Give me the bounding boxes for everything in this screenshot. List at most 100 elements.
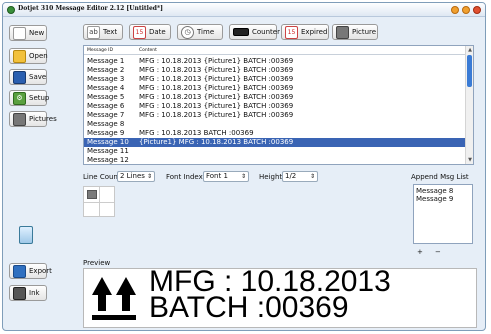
preview-label: Preview	[83, 259, 111, 267]
scroll-down-icon[interactable]: ▼	[467, 157, 473, 163]
message-id-cell: Message 5	[87, 93, 125, 101]
table-row[interactable]: Message 10 {Picture1} MFG : 10.18.2013 BA…	[84, 138, 467, 147]
app-window: Dotjet 310 Message Editor 2.12 [Untitled…	[2, 2, 486, 331]
ink-button[interactable]: Ink	[9, 285, 47, 301]
table-row[interactable]: Message 6 MFG : 10.18.2013 {Picture1} BAT…	[84, 102, 467, 111]
list-header: Message ID Content	[84, 46, 473, 55]
minimize-button[interactable]	[451, 6, 459, 14]
line-count-value: 2 Lines	[120, 172, 145, 180]
message-content-cell: MFG : 10.18.2013 {Picture1} BATCH :00369	[139, 93, 294, 101]
add-append-button[interactable]: +	[417, 248, 423, 256]
title-bar: Dotjet 310 Message Editor 2.12 [Untitled…	[3, 3, 485, 17]
preview-line-2: BATCH :00369	[149, 291, 349, 324]
append-list-title: Append Msg List	[411, 173, 469, 181]
message-content-cell: MFG : 10.18.2013 {Picture1} BATCH :00369	[139, 66, 294, 74]
height-select[interactable]: 1/2 ⇕	[282, 171, 318, 182]
open-button[interactable]: Open	[9, 48, 48, 64]
gear-icon: ⚙	[13, 91, 26, 105]
message-id-cell: Message 8	[87, 120, 125, 128]
table-row[interactable]: Message 4 MFG : 10.18.2013 {Picture1} BAT…	[84, 84, 467, 93]
table-row[interactable]: Message 8	[84, 120, 467, 129]
setup-button[interactable]: ⚙ Setup	[9, 90, 50, 106]
counter-button-label: Counter	[252, 28, 280, 36]
expired-button[interactable]: 15 Expired	[281, 24, 329, 40]
open-button-label: Open	[29, 52, 48, 60]
append-msg-list[interactable]: Message 8 Message 9	[413, 184, 473, 244]
message-id-cell: Message 3	[87, 75, 125, 83]
date-button[interactable]: 15 Date	[129, 24, 171, 40]
table-row[interactable]: Message 7 MFG : 10.18.2013 {Picture1} BAT…	[84, 111, 467, 120]
ink-cartridge-icon	[13, 286, 26, 300]
pictures-button-label: Pictures	[29, 115, 57, 123]
trash-icon[interactable]	[19, 226, 33, 244]
height-label: Height	[259, 173, 283, 181]
floppy-icon	[13, 70, 26, 84]
list-scrollbar[interactable]: ▲ ▼	[465, 46, 473, 164]
text-button[interactable]: ab Text	[83, 24, 123, 40]
counter-button[interactable]: Counter	[229, 24, 280, 40]
message-content-cell: {Picture1} MFG : 10.18.2013 BATCH :00369	[139, 138, 294, 146]
table-row[interactable]: Message 5 MFG : 10.18.2013 {Picture1} BAT…	[84, 93, 467, 102]
document-icon	[13, 26, 26, 40]
chevron-updown-icon: ⇕	[240, 173, 246, 180]
text-button-label: Text	[103, 28, 118, 36]
save-button-label: Save	[29, 73, 47, 81]
preview-area: MFG : 10.18.2013 BATCH :00369	[83, 268, 477, 328]
remove-append-button[interactable]: −	[435, 248, 441, 256]
append-list-item[interactable]: Message 8	[416, 187, 470, 195]
font-index-value: Font 1	[206, 172, 228, 180]
message-content-cell: MFG : 10.18.2013 {Picture1} BATCH :00369	[139, 57, 294, 65]
text-icon: ab	[87, 25, 100, 39]
message-id-cell: Message 12	[87, 156, 129, 164]
message-id-cell: Message 1	[87, 57, 125, 65]
ink-button-label: Ink	[29, 289, 40, 297]
append-list-item[interactable]: Message 9	[416, 195, 470, 203]
export-button-label: Export	[29, 267, 52, 275]
message-content-cell: MFG : 10.18.2013 {Picture1} BATCH :00369	[139, 84, 294, 92]
export-button[interactable]: Export	[9, 263, 52, 279]
export-icon	[13, 264, 26, 278]
maximize-button[interactable]	[462, 6, 470, 14]
counter-icon	[233, 28, 249, 36]
window-title: Dotjet 310 Message Editor 2.12 [Untitled…	[18, 5, 163, 12]
message-id-cell: Message 6	[87, 102, 125, 110]
picture-button[interactable]: Picture	[332, 24, 378, 40]
picture-icon[interactable]	[87, 190, 97, 199]
new-button[interactable]: New	[9, 25, 47, 41]
close-button[interactable]	[473, 6, 481, 14]
picture-button-label: Picture	[352, 28, 377, 36]
chevron-updown-icon: ⇕	[146, 173, 152, 180]
calendar-icon: 15	[133, 25, 146, 39]
expired-calendar-icon: 15	[285, 25, 298, 39]
message-id-cell: Message 7	[87, 111, 125, 119]
message-id-cell: Message 11	[87, 147, 129, 155]
table-row[interactable]: Message 2 MFG : 10.18.2013 {Picture1} BAT…	[84, 66, 467, 75]
table-row[interactable]: Message 9 MFG : 10.18.2013 BATCH :00369	[84, 129, 467, 138]
pictures-button[interactable]: Pictures	[9, 111, 57, 127]
setup-button-label: Setup	[29, 94, 50, 102]
save-button[interactable]: Save	[9, 69, 47, 85]
message-content-cell: MFG : 10.18.2013 BATCH :00369	[139, 129, 254, 137]
table-row[interactable]: Message 11	[84, 147, 467, 156]
message-list[interactable]: Message ID Content Message 1 MFG : 10.18.…	[83, 45, 474, 165]
message-id-cell: Message 2	[87, 66, 125, 74]
table-row[interactable]: Message 1 MFG : 10.18.2013 {Picture1} BAT…	[84, 57, 467, 66]
table-row[interactable]: Message 12	[84, 156, 467, 164]
clock-icon: ◷	[181, 25, 194, 39]
column-message-id[interactable]: Message ID	[87, 48, 113, 53]
font-index-select[interactable]: Font 1 ⇕	[203, 171, 249, 182]
height-value: 1/2	[285, 172, 297, 180]
line-count-select[interactable]: 2 Lines ⇕	[117, 171, 155, 182]
table-row[interactable]: Message 3 MFG : 10.18.2013 {Picture1} BAT…	[84, 75, 467, 84]
message-id-cell: Message 10	[87, 138, 129, 146]
message-id-cell: Message 9	[87, 129, 125, 137]
column-content[interactable]: Content	[139, 48, 157, 53]
scroll-up-icon[interactable]: ▲	[467, 47, 473, 53]
app-icon	[7, 6, 15, 14]
message-content-cell: MFG : 10.18.2013 {Picture1} BATCH :00369	[139, 75, 294, 83]
picture-icon	[336, 25, 349, 39]
scrollbar-thumb[interactable]	[467, 55, 472, 87]
time-button[interactable]: ◷ Time	[177, 24, 223, 40]
picture-grid[interactable]	[83, 186, 115, 217]
date-button-label: Date	[149, 28, 166, 36]
